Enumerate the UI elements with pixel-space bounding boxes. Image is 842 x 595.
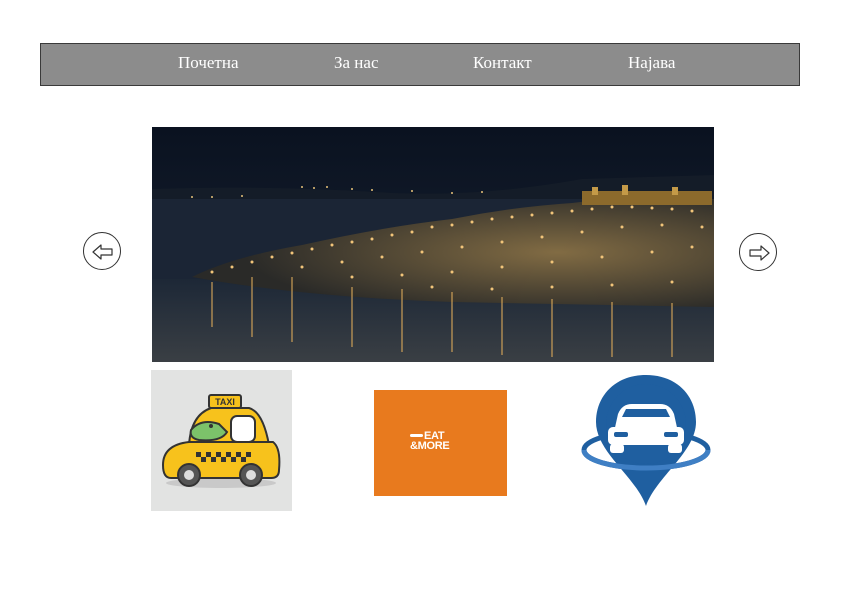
nav-item-home[interactable]: Почетна: [178, 53, 239, 73]
fork-icon: [410, 433, 423, 437]
car-location-tile[interactable]: [580, 372, 712, 508]
night-lakeside-town-photo: [152, 127, 714, 362]
slider-prev-button[interactable]: [83, 232, 121, 270]
eat-and-more-logo: EAT &MORE: [410, 431, 450, 452]
slider-next-button[interactable]: [739, 233, 777, 271]
taxi-sign-text: TAXI: [215, 397, 235, 407]
taxi-tile[interactable]: TAXI: [151, 370, 292, 511]
nav-item-login[interactable]: Најава: [628, 53, 675, 73]
nav-item-about[interactable]: За нас: [334, 53, 379, 73]
eat-logo-line2: &MORE: [410, 440, 450, 452]
car-location-pin-icon: [581, 375, 711, 506]
arrow-left-icon: [92, 244, 113, 260]
top-navbar: Почетна За нас Контакт Најава: [40, 43, 800, 86]
taxi-icon: TAXI: [161, 394, 281, 488]
nav-item-contact[interactable]: Контакт: [473, 53, 532, 73]
slider-image: [152, 127, 714, 362]
eat-and-more-tile[interactable]: EAT &MORE: [374, 390, 507, 496]
arrow-right-icon: [749, 245, 770, 261]
